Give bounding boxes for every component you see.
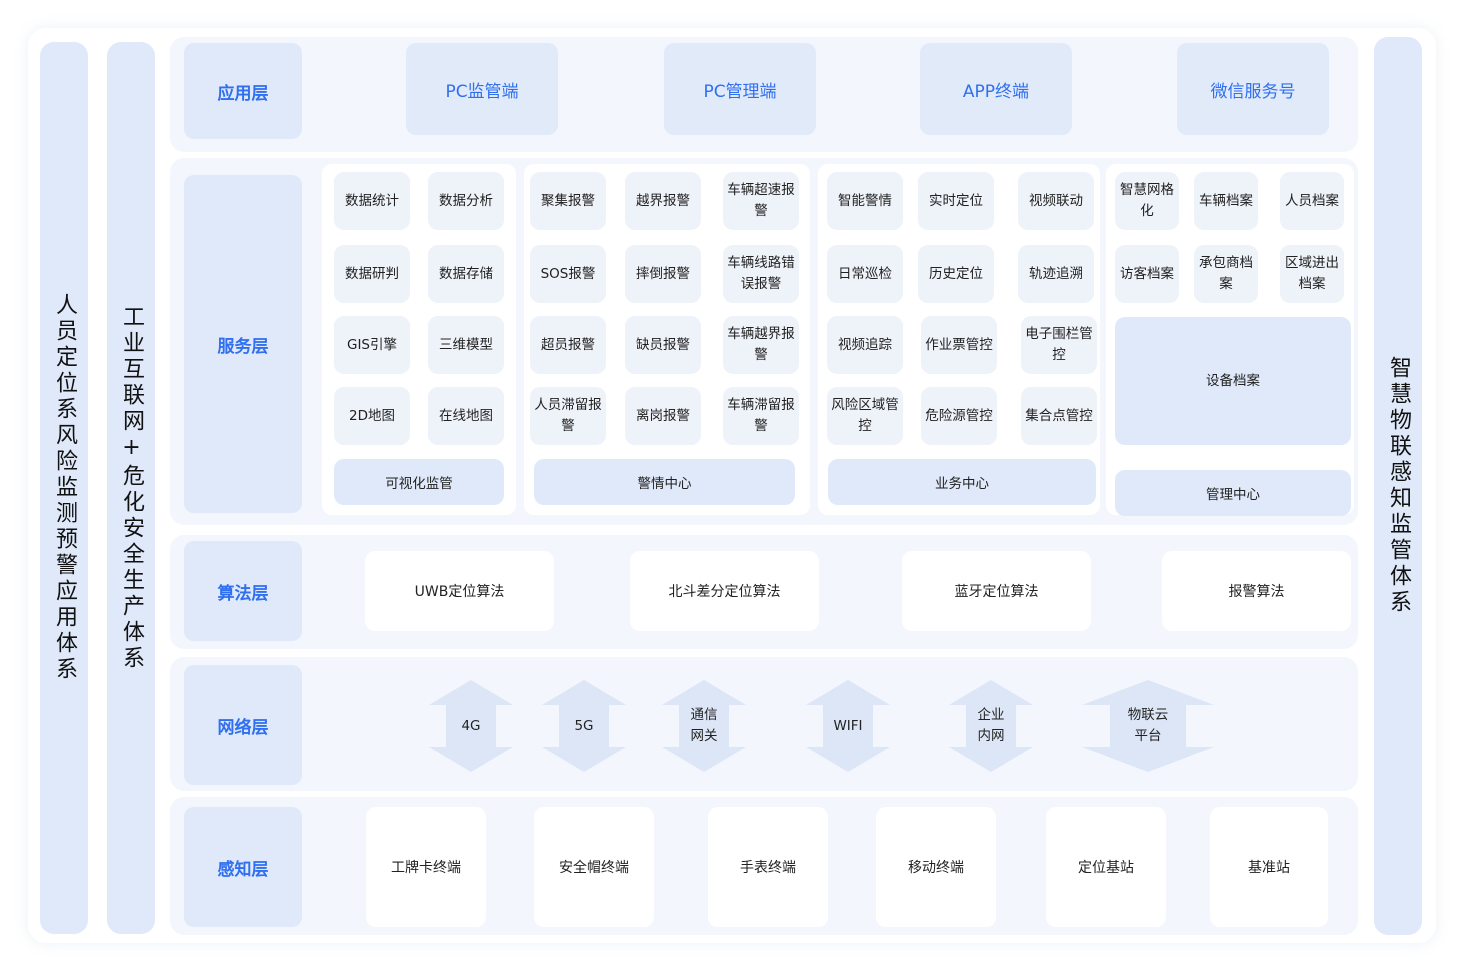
service-item: GIS引擎 [334, 316, 410, 374]
algorithm-bluetooth: 蓝牙定位算法 [902, 551, 1091, 631]
network-arrow-intranet: 企业内网 [949, 680, 1033, 772]
right-title: 智慧物联感知监管体系 [1386, 356, 1411, 616]
network-label: 通信网关 [690, 707, 718, 744]
service-item: 车辆超速报警 [723, 172, 799, 230]
service-item: 轨迹追溯 [1018, 245, 1094, 303]
service-item: 危险源管控 [921, 387, 997, 445]
network-arrow-iot-cloud: 物联云平台 [1082, 680, 1214, 772]
service-item: 车辆越界报警 [723, 316, 799, 374]
network-layer-tag: 网络层 [184, 665, 302, 785]
device-reference-station: 基准站 [1210, 807, 1328, 927]
business-center-footer: 业务中心 [828, 459, 1096, 505]
device-watch-terminal: 手表终端 [708, 807, 828, 927]
service-item: 数据统计 [334, 172, 410, 230]
service-item: 人员档案 [1280, 172, 1344, 230]
visualization-footer: 可视化监管 [334, 459, 504, 505]
network-arrow-gateway: 通信网关 [662, 680, 746, 772]
service-item: 车辆线路错误报警 [723, 245, 799, 303]
perception-layer-tag: 感知层 [184, 807, 302, 927]
device-badge-terminal: 工牌卡终端 [366, 807, 486, 927]
service-item: 实时定位 [918, 172, 994, 230]
service-item: 视频追踪 [827, 316, 903, 374]
device-mobile-terminal: 移动终端 [876, 807, 996, 927]
service-item: 车辆档案 [1194, 172, 1258, 230]
service-item: 车辆滞留报警 [723, 387, 799, 445]
left-title-bar-1: 人员定位系风险监测预警应用体系 [40, 42, 88, 934]
service-item: 区域进出档案 [1280, 245, 1344, 303]
service-item: 三维模型 [428, 316, 504, 374]
service-item: SOS报警 [530, 245, 606, 303]
service-item: 越界报警 [625, 172, 701, 230]
service-item: 2D地图 [334, 387, 410, 445]
service-layer-tag: 服务层 [184, 175, 302, 513]
right-title-bar: 智慧物联感知监管体系 [1374, 37, 1422, 935]
algorithm-layer-tag: 算法层 [184, 541, 302, 641]
app-pc-supervision: PC监管端 [406, 43, 558, 135]
algorithm-alarm: 报警算法 [1162, 551, 1351, 631]
service-item: 集合点管控 [1021, 387, 1097, 445]
left-title-1: 人员定位系风险监测预警应用体系 [52, 293, 77, 683]
service-item: 作业票管控 [921, 316, 997, 374]
service-item: 离岗报警 [625, 387, 701, 445]
app-wechat-service: 微信服务号 [1177, 43, 1329, 135]
alarm-center-footer: 警情中心 [534, 459, 795, 505]
service-item: 摔倒报警 [625, 245, 701, 303]
service-item: 数据存储 [428, 245, 504, 303]
network-label: WIFI [833, 717, 863, 734]
service-item: 风险区域管控 [827, 387, 903, 445]
service-item: 承包商档案 [1194, 245, 1258, 303]
service-item: 视频联动 [1018, 172, 1094, 230]
service-item: 访客档案 [1115, 245, 1179, 303]
algorithm-uwb: UWB定位算法 [365, 551, 554, 631]
service-item: 智慧网格化 [1115, 172, 1179, 230]
management-center-footer: 管理中心 [1115, 470, 1351, 516]
service-item: 数据研判 [334, 245, 410, 303]
device-helmet-terminal: 安全帽终端 [534, 807, 654, 927]
network-label: 4G [461, 717, 481, 734]
service-item: 历史定位 [918, 245, 994, 303]
network-label: 物联云平台 [1127, 707, 1169, 744]
service-item: 智能警情 [827, 172, 903, 230]
service-item: 聚集报警 [530, 172, 606, 230]
app-pc-management: PC管理端 [664, 43, 816, 135]
app-mobile-terminal: APP终端 [920, 43, 1072, 135]
network-arrow-5g: 5G [542, 680, 626, 772]
service-item: 超员报警 [530, 316, 606, 374]
left-title-bar-2: 工业互联网+危化安全生产体系 [107, 42, 155, 934]
network-arrow-wifi: WIFI [806, 680, 890, 772]
service-item: 人员滞留报警 [530, 387, 606, 445]
device-positioning-station: 定位基站 [1046, 807, 1166, 927]
device-archive: 设备档案 [1115, 317, 1351, 445]
service-item: 数据分析 [428, 172, 504, 230]
application-layer-tag: 应用层 [184, 43, 302, 139]
service-item: 日常巡检 [827, 245, 903, 303]
service-item: 在线地图 [428, 387, 504, 445]
service-item: 电子围栏管控 [1021, 316, 1097, 374]
algorithm-beidou: 北斗差分定位算法 [630, 551, 819, 631]
service-item: 缺员报警 [625, 316, 701, 374]
network-arrow-4g: 4G [429, 680, 513, 772]
left-title-2: 工业互联网+危化安全生产体系 [119, 304, 144, 672]
network-label: 5G [574, 717, 594, 734]
network-label: 企业内网 [977, 707, 1005, 744]
